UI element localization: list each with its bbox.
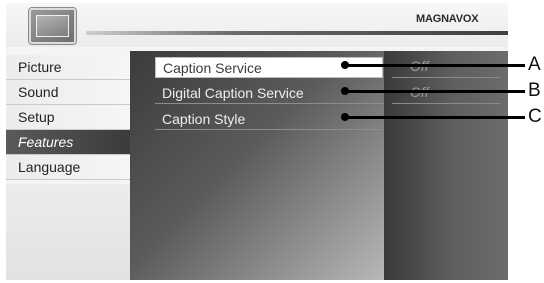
- menu-item-features[interactable]: Features: [6, 130, 130, 155]
- brand-logo: MAGNAVOX: [416, 13, 479, 25]
- menu-header: MAGNAVOX: [6, 3, 508, 47]
- tv-icon: [29, 8, 76, 44]
- menu-item-sound[interactable]: Sound: [6, 80, 130, 105]
- value-caption-service[interactable]: Off: [392, 57, 500, 78]
- value-digital-caption-service[interactable]: Off: [392, 83, 500, 104]
- menu-item-language[interactable]: Language: [6, 155, 130, 180]
- callout-c-line: [345, 116, 525, 119]
- submenu-item-digital-caption-service[interactable]: Digital Caption Service: [155, 83, 383, 104]
- callout-b-label: B: [528, 80, 541, 101]
- main-menu-background: [6, 184, 130, 280]
- main-menu: Picture Sound Setup Features Language: [6, 55, 130, 180]
- callout-a-label: A: [528, 54, 541, 75]
- tv-menu-screen: MAGNAVOX Picture Sound Setup Features La…: [6, 3, 508, 280]
- submenu-panel: Caption Service Digital Caption Service …: [130, 51, 384, 280]
- value-panel: Off Off: [384, 51, 508, 280]
- callout-b-line: [345, 90, 525, 93]
- submenu-item-caption-style[interactable]: Caption Style: [155, 109, 383, 130]
- callout-c-label: C: [528, 106, 542, 127]
- header-divider: [86, 31, 508, 35]
- menu-item-setup[interactable]: Setup: [6, 105, 130, 130]
- menu-item-picture[interactable]: Picture: [6, 55, 130, 80]
- submenu-item-caption-service[interactable]: Caption Service: [155, 57, 383, 78]
- callout-a-line: [345, 64, 525, 67]
